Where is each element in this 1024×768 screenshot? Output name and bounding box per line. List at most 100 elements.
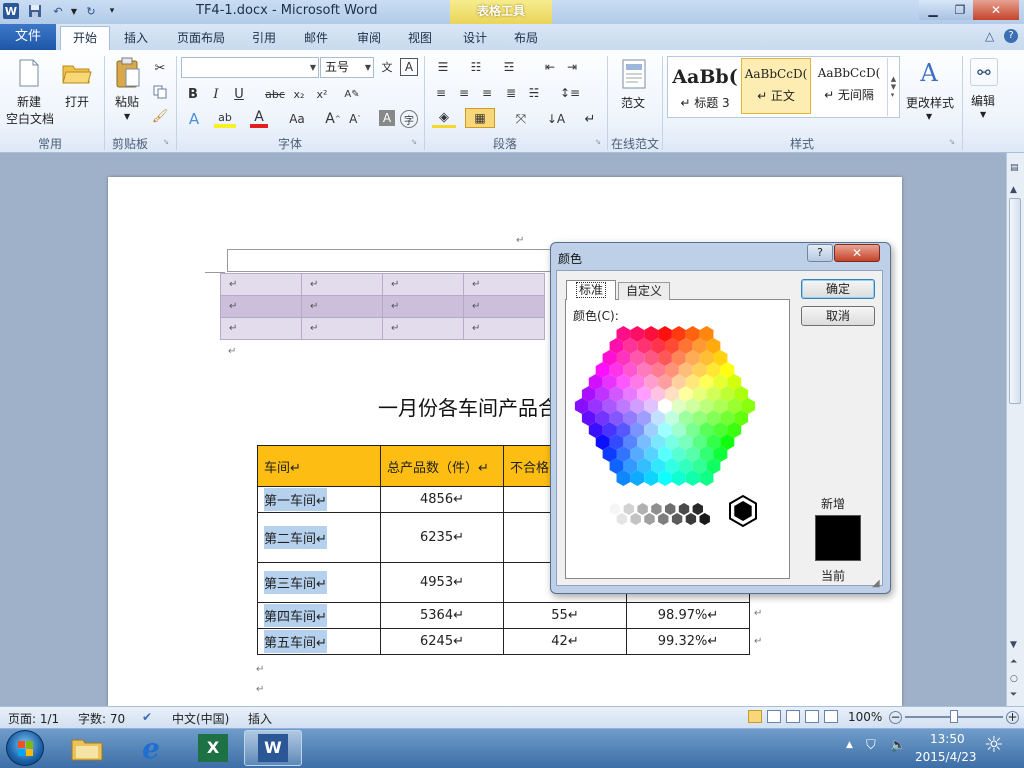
new-button-label[interactable]: 新建 xyxy=(17,93,41,110)
fanwen-button-label[interactable]: 范文 xyxy=(621,94,645,111)
table-cell[interactable]: 第三车间↵ xyxy=(257,562,381,603)
open-button-label[interactable]: 打开 xyxy=(65,93,89,110)
table-cell[interactable]: 4856↵ xyxy=(380,486,504,513)
gray-swatch[interactable] xyxy=(623,503,634,515)
character-border-icon[interactable]: A xyxy=(400,58,418,76)
font-launcher-icon[interactable]: ⬂ xyxy=(410,138,418,146)
gray-swatch[interactable] xyxy=(665,503,676,515)
clock-date[interactable]: 2015/4/23 xyxy=(915,750,977,764)
word-taskbar-icon[interactable]: W xyxy=(244,730,302,766)
style-no-spacing[interactable]: AaBbCcD( ↵ 无间隔 xyxy=(814,58,884,114)
tab-view[interactable]: 视图 xyxy=(408,29,432,46)
tab-custom[interactable]: 自定义 xyxy=(618,282,670,300)
resize-grip-icon[interactable]: ◢ xyxy=(872,578,880,589)
text-effects-icon[interactable]: A xyxy=(184,110,204,128)
open-folder-icon[interactable] xyxy=(62,60,92,86)
print-layout-view-icon[interactable] xyxy=(748,710,762,723)
excel-taskbar-icon[interactable]: X xyxy=(184,730,242,766)
tab-page-layout[interactable]: 页面布局 xyxy=(177,29,225,46)
ruler-toggle-icon[interactable]: ▤ xyxy=(1010,163,1019,173)
tab-insert[interactable]: 插入 xyxy=(124,29,148,46)
styles-scroll-icon[interactable]: ▲ ▼ ▾ xyxy=(887,58,899,116)
styles-launcher-icon[interactable]: ⬂ xyxy=(948,138,956,146)
shrink-font-icon[interactable]: Aˇ xyxy=(346,110,364,128)
color-honeycomb[interactable] xyxy=(570,324,785,534)
show-hide-marks-icon[interactable]: ↵ xyxy=(583,110,597,128)
document-heading[interactable]: 一月份各车间产品合格 xyxy=(378,392,578,421)
table-cell[interactable]: 98.97%↵ xyxy=(626,602,750,629)
table-cell[interactable]: 6235↵ xyxy=(380,512,504,563)
full-screen-reading-icon[interactable] xyxy=(767,710,781,723)
sort-icon[interactable]: ↓A xyxy=(547,110,565,128)
restore-button[interactable]: ❐ xyxy=(947,0,973,20)
line-spacing-icon[interactable]: ↕≡ xyxy=(558,85,582,101)
vertical-scroll-thumb[interactable] xyxy=(1009,198,1021,404)
align-left-icon[interactable]: ≡ xyxy=(432,85,450,101)
insert-mode-indicator[interactable]: 插入 xyxy=(248,710,272,727)
gray-swatch[interactable] xyxy=(651,503,662,515)
borders-icon[interactable]: ▦ xyxy=(465,108,495,128)
grow-font-icon[interactable]: A ^ xyxy=(324,110,342,128)
redo-icon[interactable]: ↻ xyxy=(83,3,99,19)
outline-view-icon[interactable] xyxy=(805,710,819,723)
find-binoculars-icon[interactable]: ⚯ xyxy=(970,58,998,86)
help-icon[interactable]: ? xyxy=(1004,29,1018,43)
multilevel-list-icon[interactable]: ☲ xyxy=(498,59,520,75)
gray-swatch[interactable] xyxy=(692,503,703,515)
paste-dropdown-icon[interactable]: ▼ xyxy=(124,112,130,121)
table-cell[interactable]: 55↵ xyxy=(503,602,627,629)
gray-swatch[interactable] xyxy=(644,513,655,525)
table-cell[interactable]: 6245↵ xyxy=(380,628,504,655)
show-hidden-icons[interactable]: ▲ xyxy=(846,740,853,750)
tab-review[interactable]: 审阅 xyxy=(357,29,381,46)
table-cell[interactable]: ↵ xyxy=(220,295,302,318)
gray-swatch[interactable] xyxy=(609,503,621,515)
previous-page-icon[interactable]: ⏶ xyxy=(1010,657,1017,667)
increase-indent-icon[interactable]: ⇥ xyxy=(563,59,581,75)
bullets-icon[interactable]: ☰ xyxy=(432,59,454,75)
dialog-close-button[interactable]: ✕ xyxy=(834,244,880,262)
gray-swatch[interactable] xyxy=(630,513,641,525)
underline-icon[interactable]: U xyxy=(231,86,247,102)
editing-dropdown-icon[interactable]: ▼ xyxy=(980,110,986,119)
table-cell[interactable]: ↵ xyxy=(463,295,545,318)
zoom-slider-thumb[interactable] xyxy=(950,710,958,723)
scroll-down-icon[interactable]: ▼ xyxy=(1010,640,1017,650)
minimize-ribbon-icon[interactable]: △ xyxy=(985,29,994,43)
action-center-icon[interactable]: ⛉ xyxy=(866,738,876,753)
distributed-icon[interactable]: ☵ xyxy=(525,85,543,101)
table-cell[interactable]: ↵ xyxy=(301,317,383,340)
dialog-help-button[interactable]: ? xyxy=(807,244,833,262)
clipboard-launcher-icon[interactable]: ⬂ xyxy=(162,138,170,146)
change-case-icon[interactable]: Aa xyxy=(286,110,308,128)
gray-swatch[interactable] xyxy=(671,513,683,525)
customize-qat-icon[interactable]: ▾ xyxy=(104,3,120,19)
start-button[interactable] xyxy=(6,730,44,766)
table-cell[interactable]: ↵ xyxy=(382,295,464,318)
table-cell[interactable]: 4953↵ xyxy=(380,562,504,603)
new-button-label-2[interactable]: 空白文档 xyxy=(6,110,54,127)
subscript-icon[interactable]: x₂ xyxy=(290,86,308,102)
proofing-icon[interactable]: ✔ xyxy=(142,710,152,724)
decrease-indent-icon[interactable]: ⇤ xyxy=(541,59,559,75)
paste-icon[interactable] xyxy=(114,57,142,89)
weather-gadget-icon[interactable]: ☼ xyxy=(984,733,1004,758)
table-header-cell[interactable]: 总产品数（件）↵ xyxy=(380,445,504,487)
table-cell[interactable]: 第五车间↵ xyxy=(257,628,381,655)
cancel-button[interactable]: 取消 xyxy=(801,306,875,326)
tab-standard[interactable]: 标准 xyxy=(566,280,616,300)
next-page-icon[interactable]: ⏷ xyxy=(1010,690,1017,700)
tab-layout[interactable]: 布局 xyxy=(514,29,538,46)
language-indicator[interactable]: 中文(中国) xyxy=(172,710,229,727)
style-normal[interactable]: AaBbCcD( ↵ 正文 xyxy=(741,58,811,114)
clear-formatting-icon[interactable]: A✎ xyxy=(343,86,361,102)
table-cell[interactable]: 5364↵ xyxy=(380,602,504,629)
table-cell[interactable]: 99.32%↵ xyxy=(626,628,750,655)
table-cell[interactable]: ↵ xyxy=(220,317,302,340)
style-heading3[interactable]: AaBb( ↵ 标题 3 xyxy=(670,58,740,114)
gray-swatch[interactable] xyxy=(658,513,669,525)
bold-icon[interactable]: B xyxy=(185,86,201,102)
table-cell[interactable]: ↵ xyxy=(463,317,545,340)
shading-icon[interactable]: ◈ xyxy=(432,110,456,128)
gray-swatch[interactable] xyxy=(685,513,697,525)
